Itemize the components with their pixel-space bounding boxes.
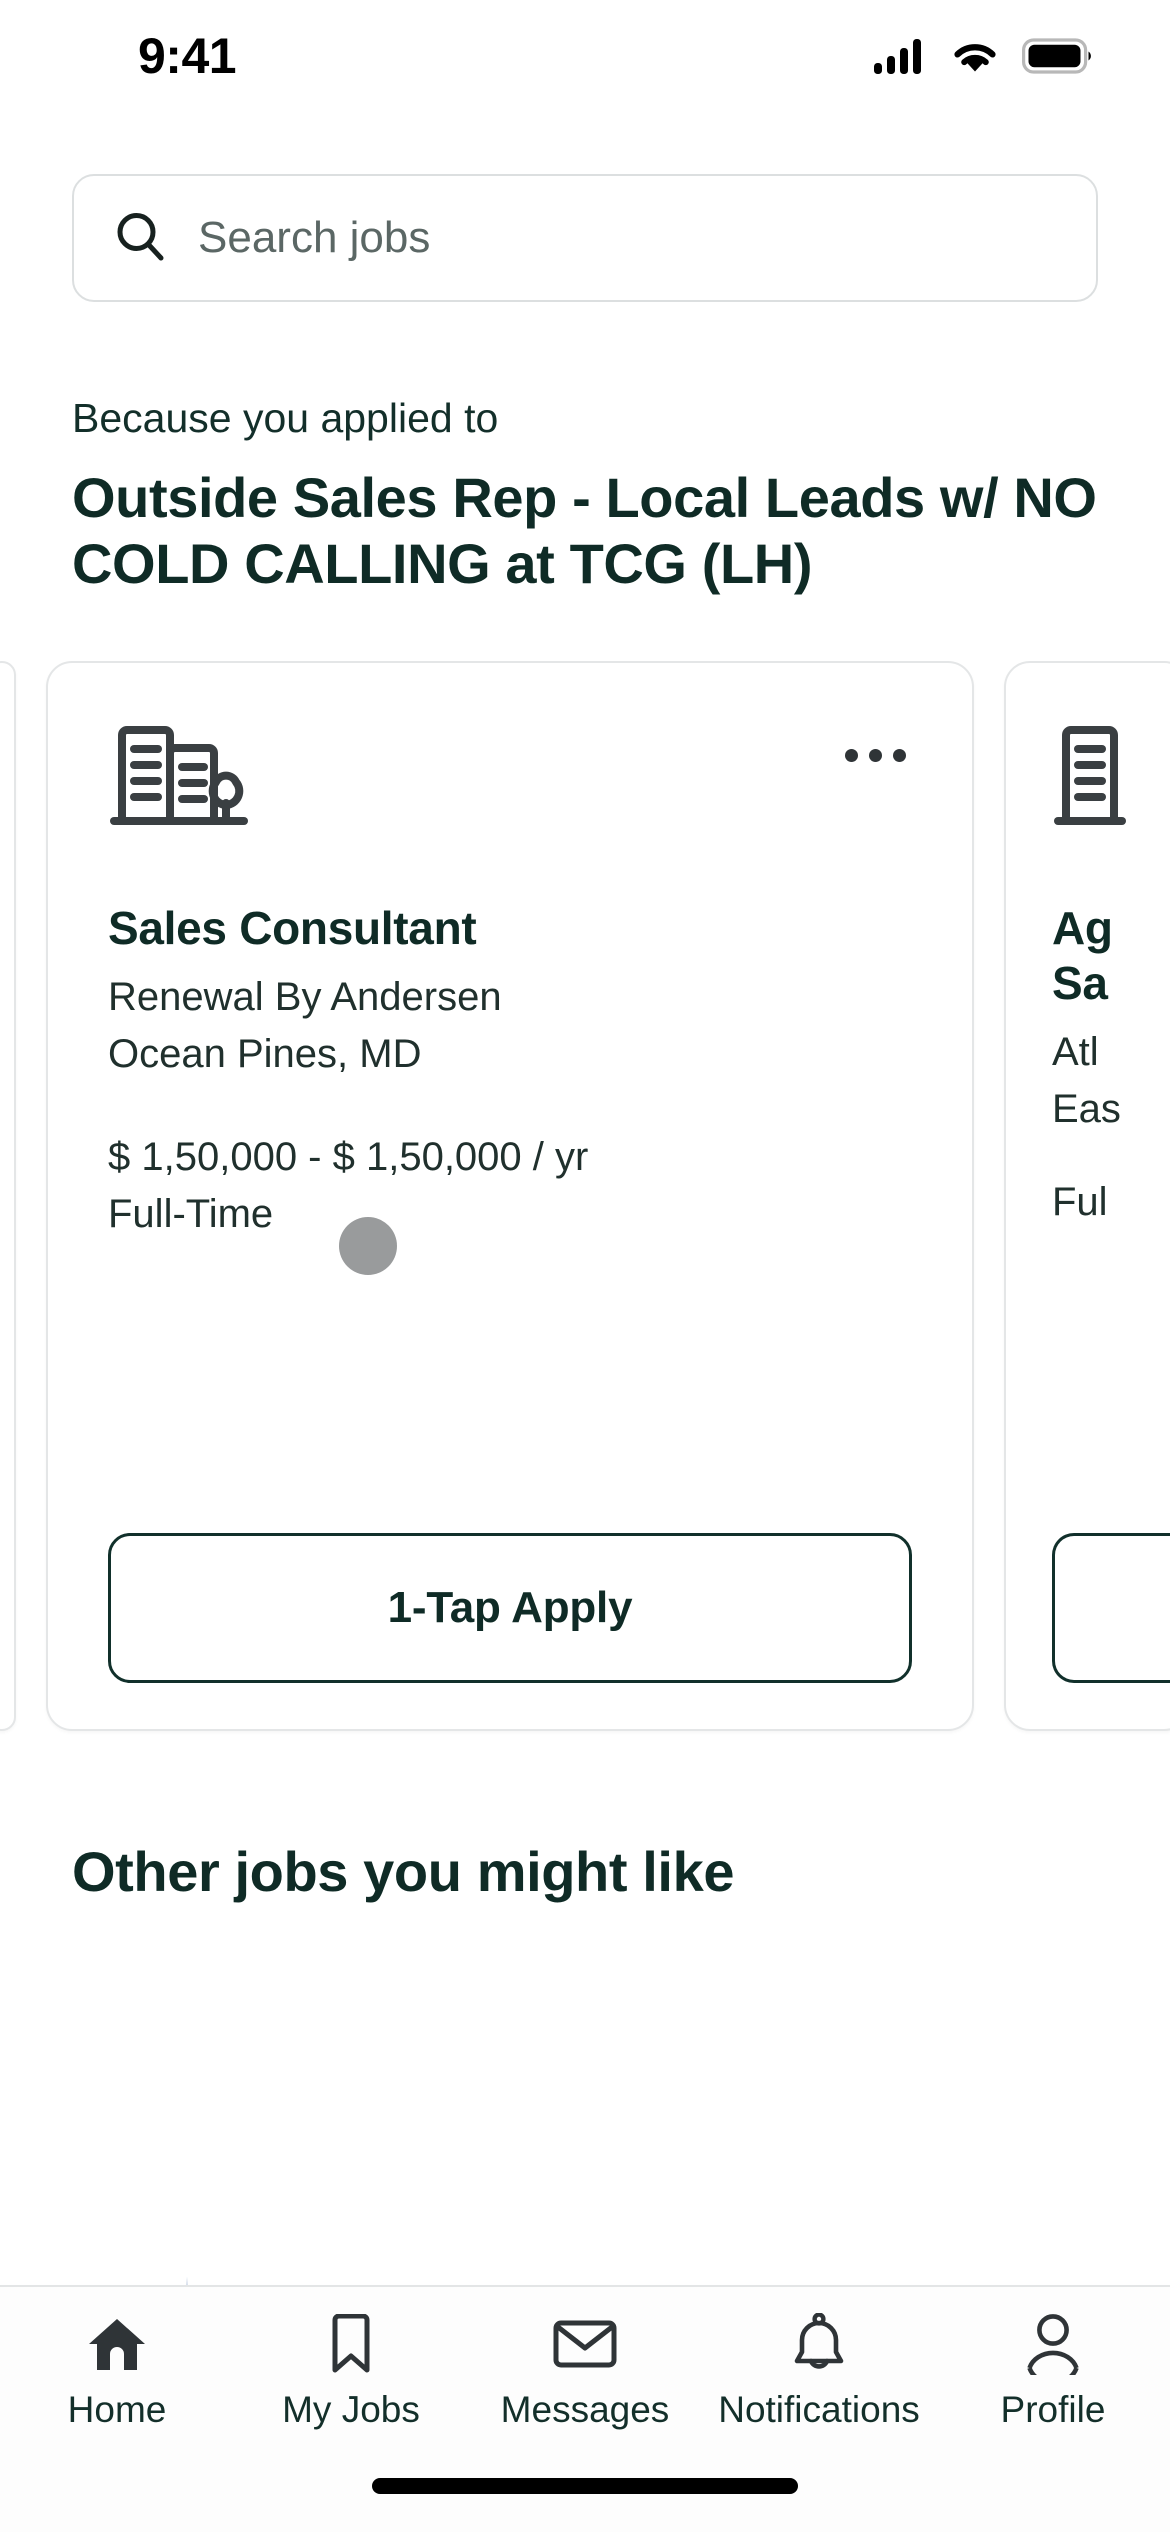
tab-my-jobs[interactable]: My Jobs [234, 2313, 468, 2428]
job-title: Sales Consultant [108, 902, 477, 955]
tab-label: Notifications [718, 2389, 920, 2430]
job-location: Eas [1052, 1086, 1121, 1131]
search-bar[interactable] [72, 174, 1098, 302]
tab-profile[interactable]: Profile [936, 2313, 1170, 2428]
tab-label: Home [67, 2389, 167, 2430]
job-title-line1: Ag [1052, 902, 1113, 955]
job-company: Renewal By Andersen [108, 975, 502, 1020]
tab-home[interactable]: Home [0, 2313, 234, 2428]
status-bar: 9:41 [0, 0, 1170, 112]
office-building-icon [108, 715, 248, 840]
job-location: Ocean Pines, MD [108, 1032, 422, 1077]
search-input[interactable] [198, 213, 1058, 263]
job-card[interactable]: Sales Consultant Renewal By Andersen Oce… [46, 661, 974, 1732]
job-employment-type: Ful [1052, 1179, 1108, 1224]
envelope-icon [553, 2313, 617, 2375]
home-indicator-area [0, 2460, 1170, 2532]
status-bar-time: 9:41 [138, 28, 237, 84]
dot [845, 749, 858, 763]
wifi-icon [954, 44, 996, 72]
tab-label: Messages [500, 2389, 670, 2430]
search-icon [112, 208, 168, 269]
person-icon [1025, 2313, 1081, 2375]
dot [893, 749, 906, 763]
cellular-signal-icon [874, 39, 921, 74]
home-indicator[interactable] [372, 2478, 798, 2494]
job-card-header [108, 715, 912, 840]
battery-icon [1022, 38, 1091, 74]
job-carousel[interactable]: Sales Consultant Renewal By Andersen Oce… [0, 661, 1170, 1732]
recommendation-title: Outside Sales Rep - Local Leads w/ NO CO… [72, 466, 1097, 596]
tab-label: Profile [1000, 2389, 1106, 2430]
dot [869, 749, 882, 763]
job-salary: $ 1,50,000 - $ 1,50,000 / yr [108, 1134, 589, 1179]
more-options-icon[interactable] [839, 741, 912, 770]
bell-icon [791, 2313, 847, 2375]
main-scroll-area[interactable]: Because you applied to Outside Sales Rep… [0, 112, 1170, 2285]
status-bar-icons [874, 38, 1092, 74]
bottom-navigation-bar: Home My Jobs Messages Notifications Prof… [0, 2285, 1170, 2460]
tab-label: My Jobs [282, 2389, 420, 2430]
job-company: Atl [1052, 1030, 1099, 1075]
tab-messages[interactable]: Messages [468, 2313, 702, 2428]
recommendation-header: Because you applied to Outside Sales Rep… [72, 394, 1098, 597]
job-card-next-peek[interactable]: Ag Sa Atl Eas Ful [1004, 661, 1170, 1732]
job-card-previous-peek[interactable] [0, 661, 16, 1732]
job-employment-type: Full-Time [108, 1191, 274, 1236]
one-tap-apply-button[interactable] [1052, 1533, 1170, 1684]
other-jobs-heading: Other jobs you might like [72, 1840, 735, 1904]
one-tap-apply-button[interactable]: 1-Tap Apply [108, 1533, 912, 1684]
card-spacer [1052, 1231, 1170, 1534]
bookmark-icon [327, 2313, 375, 2375]
home-icon [86, 2313, 148, 2375]
office-building-icon [1052, 715, 1170, 840]
compass-rose-icon [82, 2264, 292, 2285]
job-title-line2: Sa [1052, 957, 1108, 1010]
app-screen: 9:41 Search jobs Because you applied to … [0, 0, 1170, 2532]
recommendation-eyebrow: Because you applied to [72, 395, 499, 441]
card-spacer [108, 1242, 912, 1533]
tab-notifications[interactable]: Notifications [702, 2313, 936, 2428]
